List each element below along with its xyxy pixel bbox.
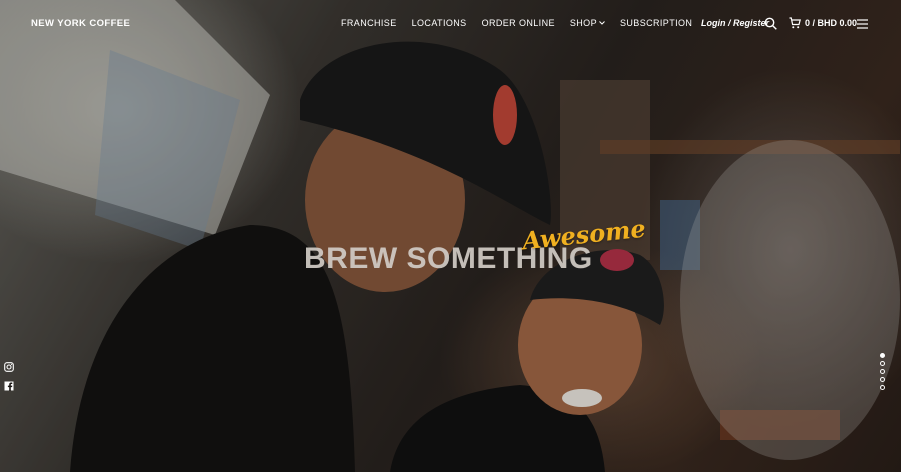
- slider-dot-2[interactable]: [880, 361, 885, 366]
- nav-order-online[interactable]: ORDER ONLINE: [482, 18, 555, 28]
- login-register-link[interactable]: Login / Register: [701, 18, 769, 28]
- nav-locations-label: LOCATIONS: [411, 18, 467, 28]
- nav-shop-label: SHOP: [569, 18, 597, 28]
- slider-dot-3[interactable]: [880, 369, 885, 374]
- slider-pagination: [880, 353, 885, 393]
- slider-dot-1[interactable]: [880, 353, 885, 358]
- slider-dot-4[interactable]: [880, 377, 885, 382]
- instagram-icon[interactable]: [4, 362, 14, 372]
- search-icon[interactable]: [764, 17, 777, 30]
- cart-icon: [789, 17, 801, 29]
- nav-subscription[interactable]: SUBSCRIPTION: [620, 18, 692, 28]
- slider-dot-5[interactable]: [880, 385, 885, 390]
- cart-button[interactable]: 0 / BHD 0.00: [789, 17, 857, 29]
- nav-franchise-label: FRANCHISE: [341, 18, 397, 28]
- cart-total: 0 / BHD 0.00: [805, 18, 858, 28]
- nav-franchise[interactable]: FRANCHISE: [341, 18, 397, 28]
- nav-locations[interactable]: LOCATIONS: [412, 18, 467, 28]
- nav-order-online-label: ORDER ONLINE: [481, 18, 555, 28]
- site-header: NEW YORK COFFEE FRANCHISE LOCATIONS ORDE…: [0, 0, 901, 48]
- hero-dim-overlay: [0, 0, 901, 472]
- menu-icon[interactable]: [857, 19, 868, 29]
- nav-subscription-label: SUBSCRIPTION: [619, 18, 693, 28]
- chevron-down-icon: [599, 21, 605, 25]
- hero-banner: NEW YORK COFFEE FRANCHISE LOCATIONS ORDE…: [0, 0, 901, 472]
- facebook-icon[interactable]: [4, 381, 14, 391]
- nav-shop[interactable]: SHOP: [570, 18, 605, 28]
- social-links: [4, 362, 14, 400]
- site-logo[interactable]: NEW YORK COFFEE: [31, 18, 130, 29]
- main-nav: FRANCHISE LOCATIONS ORDER ONLINE SHOP SU…: [341, 18, 692, 28]
